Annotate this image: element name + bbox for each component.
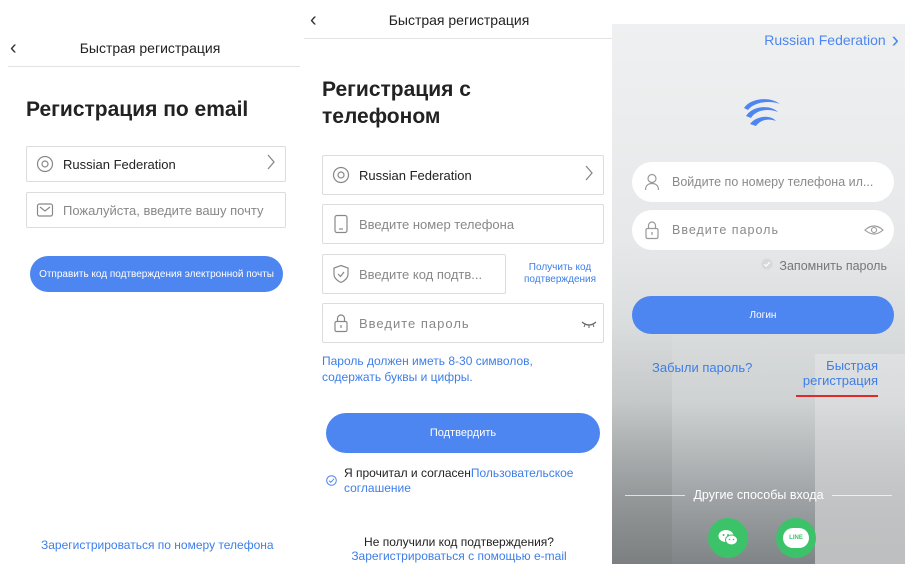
country-value: Russian Federation xyxy=(359,167,472,183)
remember-label: Запомнить пароль xyxy=(779,258,887,273)
phone-header: ‹ Быстрая регистрация xyxy=(304,8,614,32)
login-screen: Russian Federation › Войдите по номеру т… xyxy=(612,24,905,564)
other-methods-row: Другие способы входа xyxy=(612,488,905,502)
region-value: Russian Federation xyxy=(764,32,886,48)
location-icon xyxy=(27,155,63,173)
back-icon[interactable]: ‹ xyxy=(310,9,317,32)
user-agreement-link[interactable]: Пользовательское xyxy=(471,466,574,480)
phone-registration-screen: ‹ Быстрая регистрация Регистрация с теле… xyxy=(304,0,614,564)
get-code-line-1: Получить код xyxy=(528,262,592,273)
remember-password-toggle[interactable]: Запомнить пароль xyxy=(761,258,887,273)
title-line-1: Регистрация с xyxy=(322,78,471,101)
divider-right xyxy=(831,494,892,496)
title-line-2: телефоном xyxy=(322,105,441,128)
phone-icon xyxy=(323,214,359,234)
highlight-underline xyxy=(796,395,878,397)
app-logo-icon xyxy=(740,94,782,137)
quick-register-line-2: регистрация xyxy=(802,373,878,388)
header-divider xyxy=(304,38,612,39)
line-login-icon[interactable]: LINE xyxy=(776,518,816,558)
phone-placeholder: Введите номер телефона xyxy=(359,216,515,232)
other-methods-label: Другие способы входа xyxy=(693,488,824,502)
country-value: Russian Federation xyxy=(63,156,176,172)
agreement-row: Я прочитал и согласенПользовательское со… xyxy=(326,466,610,496)
back-icon[interactable]: ‹ xyxy=(10,37,17,60)
chevron-right-icon: › xyxy=(891,27,899,52)
register-email-link[interactable]: Зарегистрироваться с помощью e-mail xyxy=(304,549,614,563)
email-header: ‹ Быстрая регистрация xyxy=(0,36,300,60)
password-placeholder: Введите пароль xyxy=(672,223,779,237)
quick-register-link[interactable]: Быстрая регистрация xyxy=(792,358,878,388)
wechat-login-icon[interactable] xyxy=(708,518,748,558)
password-hint-line-1: Пароль должен иметь 8-30 символов, xyxy=(322,354,533,368)
page-title: Регистрация с телефоном xyxy=(322,76,471,130)
header-divider xyxy=(8,66,300,67)
user-agreement-link-cont[interactable]: соглашение xyxy=(344,481,411,495)
eye-closed-icon[interactable] xyxy=(575,313,603,334)
verification-code-input[interactable]: Введите код подтв... xyxy=(322,254,506,294)
no-code-text: Не получили код подтверждения? xyxy=(364,535,554,549)
no-code-block: Не получили код подтверждения? Зарегистр… xyxy=(304,535,614,563)
password-hint: Пароль должен иметь 8-30 символов, содер… xyxy=(322,353,533,385)
username-input[interactable]: Войдите по номеру телефона ил... xyxy=(632,162,894,202)
code-placeholder: Введите код подтв... xyxy=(359,266,483,282)
chevron-right-icon xyxy=(257,154,285,175)
mail-icon xyxy=(27,202,63,218)
header-title: Быстрая регистрация xyxy=(388,12,530,28)
email-input[interactable]: Пожалуйста, введите вашу почту xyxy=(26,192,286,228)
password-hint-line-2: содержать буквы и цифры. xyxy=(322,370,473,384)
phone-input[interactable]: Введите номер телефона xyxy=(322,204,604,244)
chevron-right-icon xyxy=(575,165,603,186)
username-placeholder: Войдите по номеру телефона ил... xyxy=(672,175,874,189)
line-bubble: LINE xyxy=(783,528,809,548)
email-registration-screen: ‹ Быстрая регистрация Регистрация по ema… xyxy=(0,0,300,564)
login-button[interactable]: Логин xyxy=(632,296,894,334)
country-selector[interactable]: Russian Federation xyxy=(322,155,604,195)
check-icon xyxy=(761,258,773,273)
page-title: Регистрация по email xyxy=(26,98,249,121)
password-input[interactable]: Введите пароль xyxy=(322,303,604,343)
register-by-phone-link[interactable]: Зарегистрироваться по номеру телефона xyxy=(41,538,274,552)
country-selector[interactable]: Russian Federation xyxy=(26,146,286,182)
get-code-button[interactable]: Получить код подтверждения xyxy=(512,262,608,286)
line-badge-text: LINE xyxy=(789,535,803,541)
eye-icon[interactable] xyxy=(854,224,894,236)
shield-icon xyxy=(323,264,359,284)
header-title: Быстрая регистрация xyxy=(79,40,221,56)
send-code-button[interactable]: Отправить код подтверждения электронной … xyxy=(30,256,283,292)
forgot-password-link[interactable]: Забыли пароль? xyxy=(652,360,752,375)
get-code-line-2: подтверждения xyxy=(523,274,597,285)
divider-left xyxy=(625,494,686,496)
password-placeholder: Введите пароль xyxy=(359,315,470,331)
password-input[interactable]: Введите пароль xyxy=(632,210,894,250)
lock-icon xyxy=(323,313,359,333)
agree-text: Я прочитал и согласен xyxy=(344,466,471,480)
email-placeholder: Пожалуйста, введите вашу почту xyxy=(63,202,264,218)
region-selector[interactable]: Russian Federation › xyxy=(764,27,899,52)
location-icon xyxy=(323,166,359,184)
quick-register-line-1: Быстрая xyxy=(826,358,878,373)
confirm-button[interactable]: Подтвердить xyxy=(326,413,600,453)
check-circle-icon[interactable] xyxy=(326,475,337,490)
user-icon xyxy=(632,173,672,191)
lock-icon xyxy=(632,220,672,240)
